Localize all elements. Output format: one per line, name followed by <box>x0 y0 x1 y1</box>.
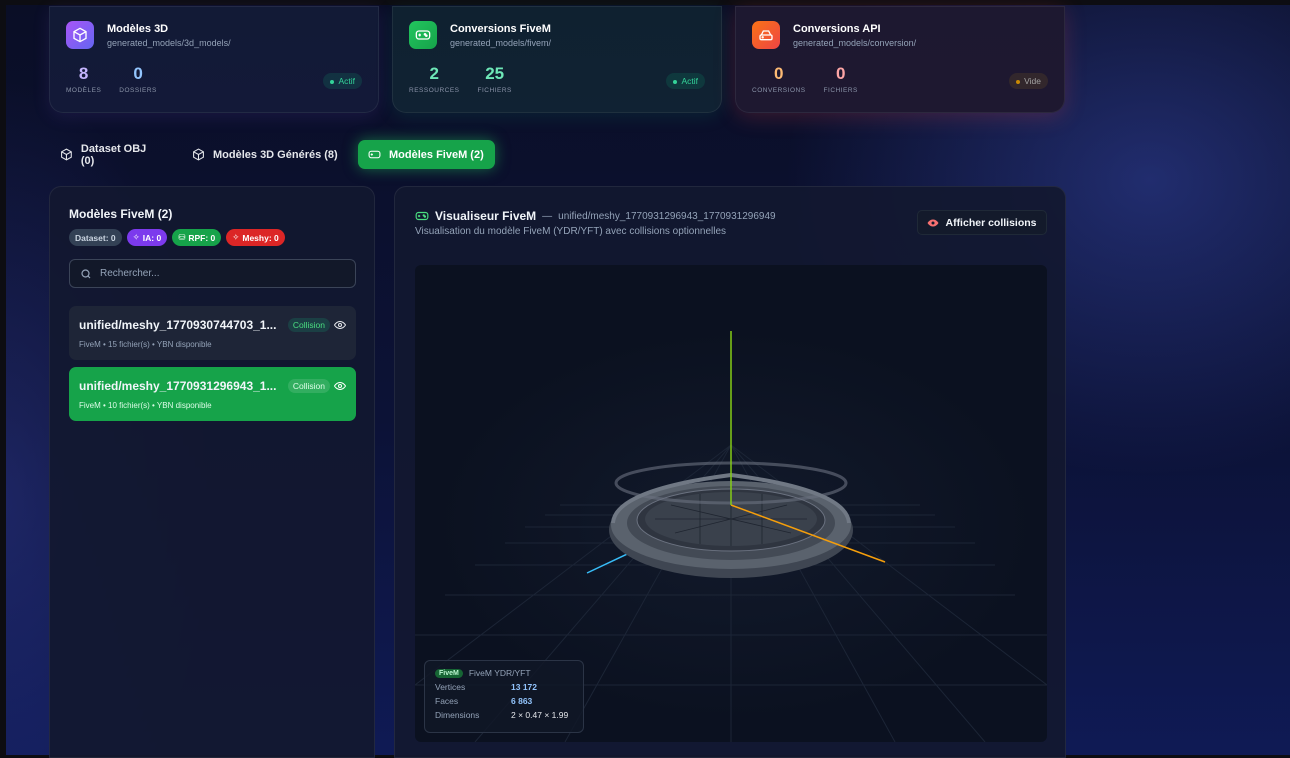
dataset-count-chip: Dataset: 0 <box>69 229 122 246</box>
eye-icon <box>927 219 939 226</box>
list-item-selected[interactable]: unified/meshy_1770931296943_1... FiveM •… <box>69 367 356 421</box>
tab-dataset-obj[interactable]: Dataset OBJ (0) <box>50 140 172 169</box>
stat-title: Conversions FiveM <box>450 23 551 35</box>
dimensions-label: Dimensions <box>435 710 480 720</box>
format-tag: FiveM <box>435 668 463 678</box>
tab-label: Dataset OBJ (0) <box>80 142 147 167</box>
gamepad-icon <box>409 21 437 49</box>
3d-viewport[interactable]: FiveM FiveM YDR/YFT Vertices 13 172 Faces… <box>415 265 1047 742</box>
stat-value: 0 <box>835 64 846 83</box>
model-meta: FiveM • 15 fichier(s) • YBN disponible <box>79 340 212 349</box>
database-icon: ⛁ <box>178 232 186 242</box>
fivem-models-list-panel: Modèles FiveM (2) Dataset: 0 ✧ IA: 0 ⛁ RPF… <box>49 186 375 758</box>
viewer-title: Visualiseur FiveM <box>435 209 537 223</box>
stat-label: RESSOURCES <box>409 87 460 94</box>
panel-title: Modèles FiveM (2) <box>69 207 173 221</box>
rpf-count-chip: ⛁ RPF: 0 <box>172 229 222 246</box>
fivem-viewer-panel: Visualiseur FiveM — unified/meshy_177093… <box>394 186 1066 758</box>
eye-icon[interactable] <box>334 319 346 331</box>
status-badge: Vide <box>1009 73 1048 89</box>
tab-fivem-models[interactable]: Modèles FiveM (2) <box>358 140 495 169</box>
list-item[interactable]: unified/meshy_1770930744703_1... FiveM •… <box>69 306 356 360</box>
viewer-description: Visualisation du modèle FiveM (YDR/YFT) … <box>415 226 727 237</box>
button-label: Afficher collisions <box>945 216 1037 229</box>
faces-label: Faces <box>435 696 459 706</box>
stat-value: 2 <box>429 64 439 83</box>
model-meta: FiveM • 10 fichier(s) • YBN disponible <box>79 401 212 410</box>
search-icon <box>81 268 91 278</box>
title-separator: — <box>542 210 553 222</box>
tab-label: Modèles 3D Générés (8) <box>213 148 338 161</box>
gamepad-icon <box>415 211 429 221</box>
format-label: FiveM YDR/YFT <box>468 668 531 678</box>
server-icon <box>752 21 780 49</box>
vertices-label: Vertices <box>435 682 466 692</box>
window-edge-left <box>0 0 6 758</box>
cube-icon <box>66 21 94 49</box>
cube-icon <box>193 148 204 161</box>
faces-value: 6 863 <box>511 696 533 706</box>
stat-label: DOSSIERS <box>119 87 157 94</box>
viewer-model-path: unified/meshy_1770931296943_177093129694… <box>558 210 776 222</box>
collision-badge: Collision <box>287 379 330 393</box>
collision-badge: Collision <box>287 318 330 332</box>
stat-card-3d-models: Modèles 3D generated_models/3d_models/ 8… <box>49 6 379 113</box>
stat-label: CONVERSIONS <box>752 87 806 94</box>
meshy-count-chip: ✧ Meshy: 0 <box>226 229 285 246</box>
ia-count-chip: ✧ IA: 0 <box>126 229 168 246</box>
stat-value: 25 <box>485 64 505 83</box>
vertices-value: 13 172 <box>511 682 537 692</box>
stat-label: FICHIERS <box>823 87 858 94</box>
sparkle-icon: ✧ <box>132 232 140 242</box>
stat-label: FICHIERS <box>477 87 512 94</box>
stat-path: generated_models/conversion/ <box>793 38 917 48</box>
status-badge: Actif <box>666 73 705 89</box>
stat-value: 8 <box>78 64 89 83</box>
eye-icon[interactable] <box>334 380 346 392</box>
stat-label: MODÈLES <box>66 87 102 94</box>
tab-generated-3d-models[interactable]: Modèles 3D Générés (8) <box>182 140 349 169</box>
stat-path: generated_models/fivem/ <box>450 38 552 48</box>
search-field[interactable] <box>69 259 356 288</box>
stat-value: 0 <box>774 64 784 83</box>
stat-card-api: Conversions API generated_models/convers… <box>735 6 1065 113</box>
search-input[interactable] <box>100 268 340 279</box>
stat-value: 0 <box>133 64 143 83</box>
stat-path: generated_models/3d_models/ <box>107 38 231 48</box>
model-info-overlay: FiveM FiveM YDR/YFT Vertices 13 172 Faces… <box>424 660 584 733</box>
stat-title: Modèles 3D <box>107 23 169 35</box>
tab-label: Modèles FiveM (2) <box>389 148 484 161</box>
show-collisions-button[interactable]: Afficher collisions <box>917 210 1047 235</box>
sparkle-icon: ✧ <box>232 232 240 242</box>
stat-card-fivem: Conversions FiveM generated_models/fivem… <box>392 6 722 113</box>
cube-icon <box>61 148 72 161</box>
window-edge-top <box>0 0 1290 5</box>
gamepad-icon <box>368 150 381 159</box>
stat-title: Conversions API <box>793 23 881 35</box>
status-badge: Actif <box>323 73 362 89</box>
dimensions-value: 2 × 0.47 × 1.99 <box>511 710 569 720</box>
